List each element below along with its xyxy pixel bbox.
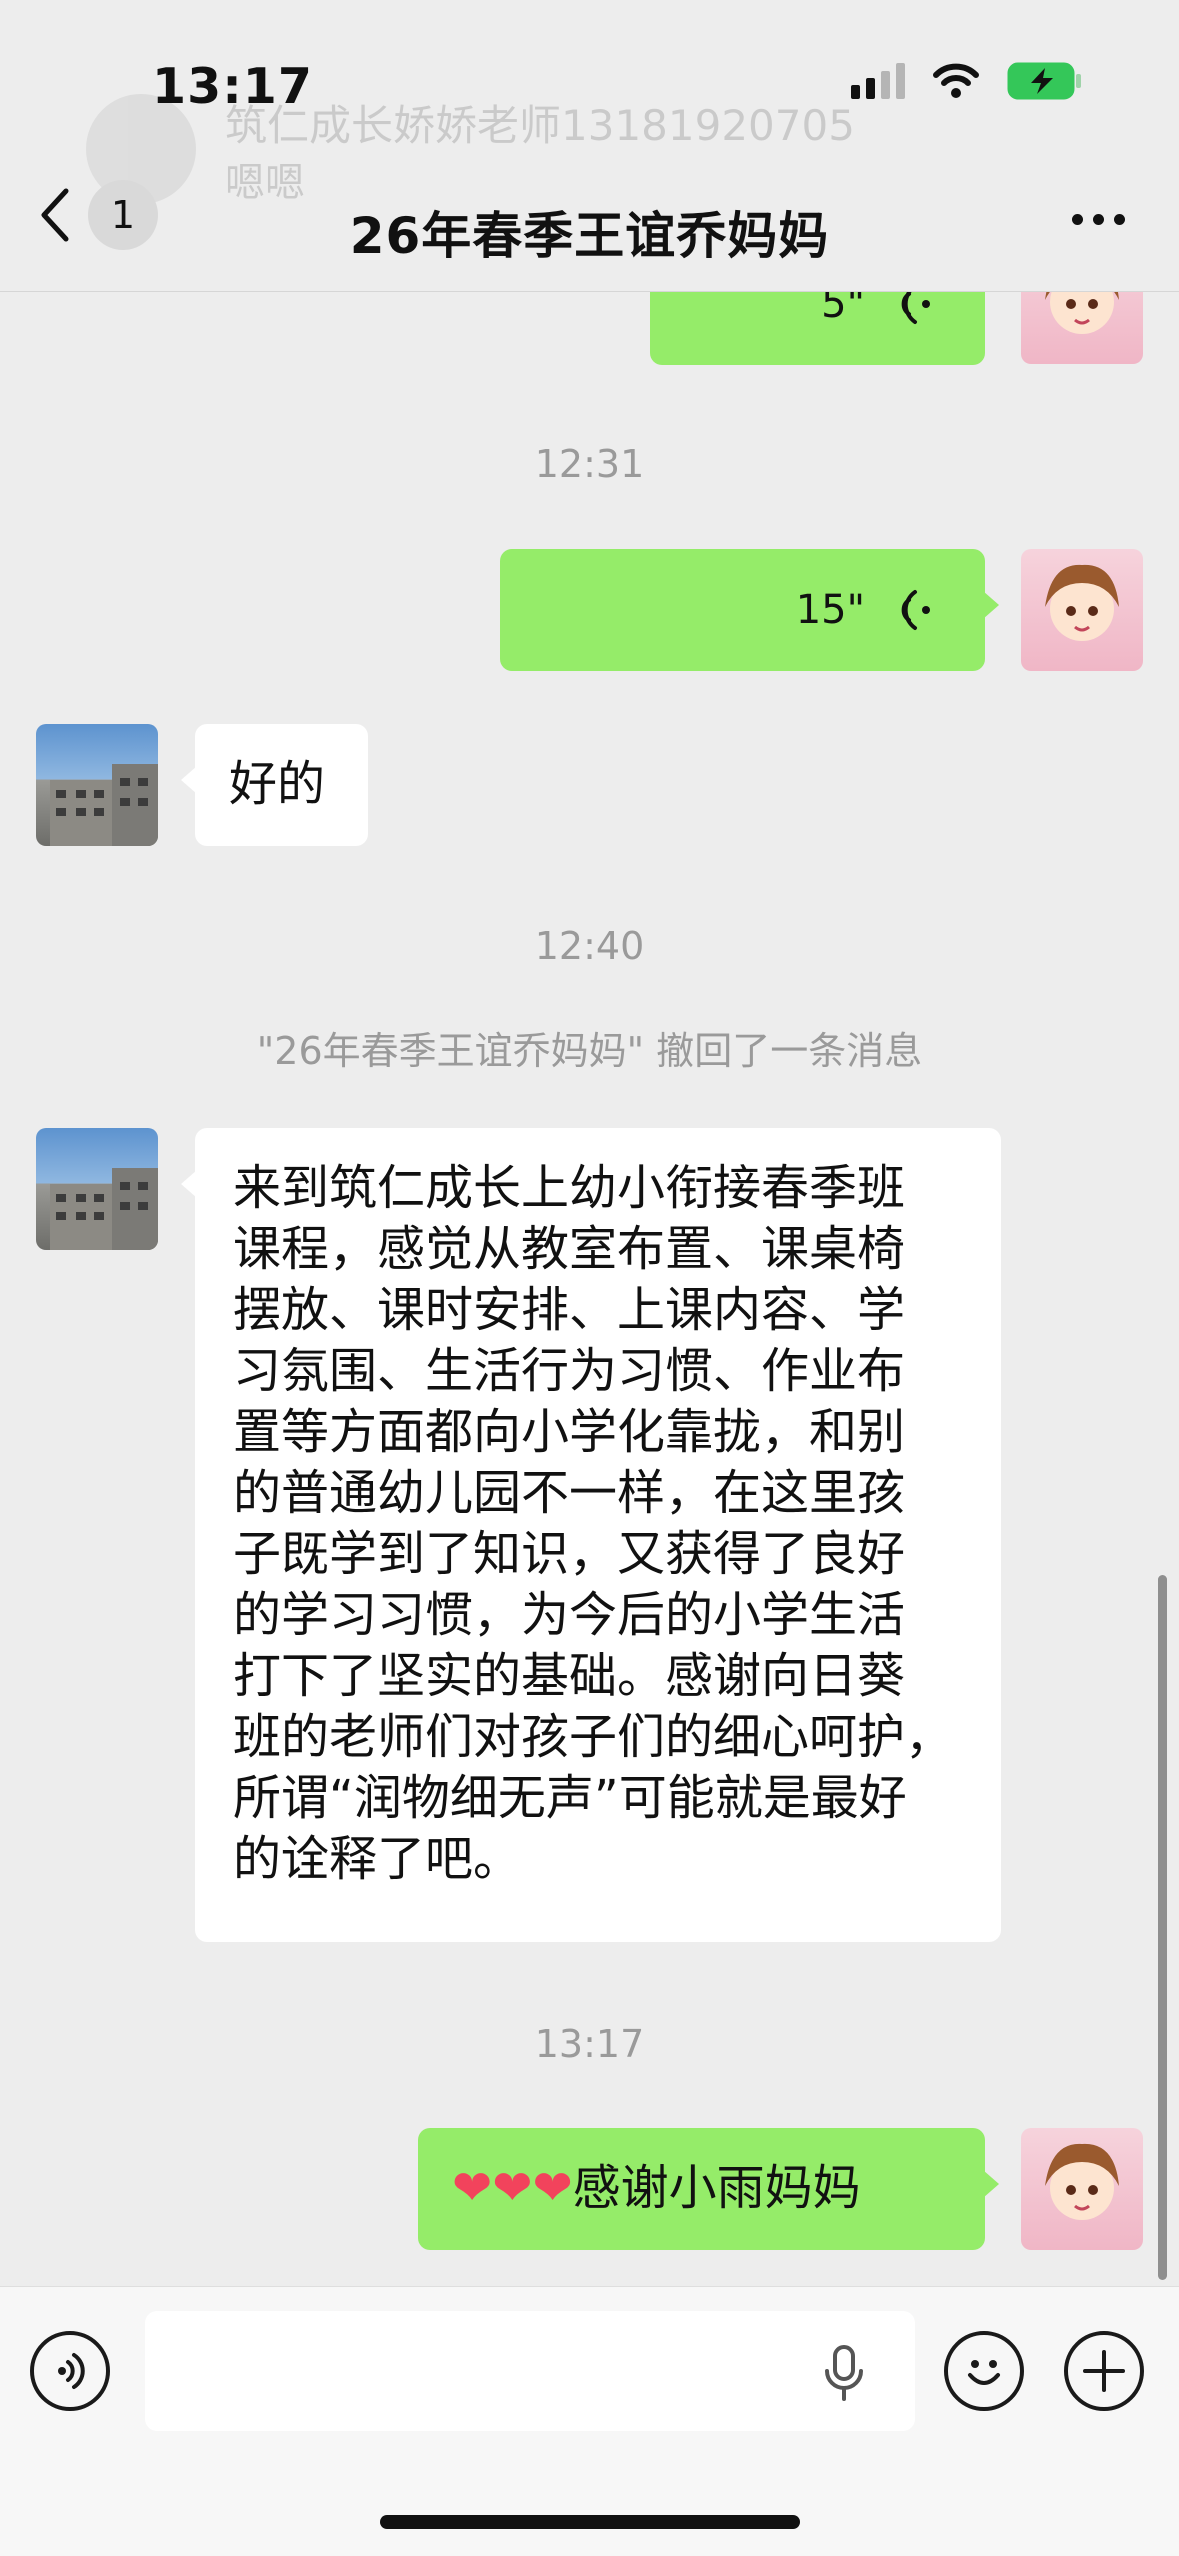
message-text: 感谢小雨妈妈 [572,2160,861,2216]
message-input[interactable] [145,2311,915,2431]
emoji-icon[interactable] [944,2331,1024,2411]
message-line: 的学习习惯，为今后的小学生活 [233,1587,906,1643]
battery-charging-icon [1007,62,1083,100]
message-line: 班的老师们对孩子们的细心呵护， [233,1709,954,1765]
message-line: 打下了坚实的基础。感谢向日葵 [233,1648,906,1704]
text-message-bubble[interactable]: ❤❤❤感谢小雨妈妈 [418,2128,999,2250]
message-line: 课程，感觉从教室布置、课桌椅 [233,1221,906,1277]
voice-duration: 5" [821,292,865,327]
text-message-bubble[interactable]: 来到筑仁成长上幼小衔接春季班 课程，感觉从教室布置、课桌椅 摆放、课时安排、上课… [181,1128,1001,1942]
chat-header: 筑仁成长娇娇老师13181920705 嗯嗯 13:17 1 26年春季王谊乔妈… [0,0,1179,292]
message-line: 子既学到了知识，又获得了良好 [233,1526,906,1582]
message-list[interactable]: 5" 12:31 15" 好的 12:40 "26年春季王谊乔妈妈" 撤回了一条… [0,292,1179,2286]
message-line: 的普通幼儿园不一样，在这里孩 [233,1465,906,1521]
microphone-icon[interactable] [822,2345,866,2405]
voice-message-bubble[interactable]: 5" [650,292,985,365]
voice-duration: 15" [795,586,865,633]
voice-message-bubble[interactable]: 15" [500,549,999,671]
self-avatar[interactable] [1021,2128,1143,2250]
plus-icon[interactable] [1064,2331,1144,2411]
wifi-icon [933,63,979,99]
home-indicator[interactable] [380,2515,800,2529]
voice-wave-icon [901,292,930,324]
message-line: 来到筑仁成长上幼小衔接春季班 [233,1160,906,1216]
message-line: 所谓“润物细无声”可能就是最好 [233,1770,907,1826]
heart-emoji: ❤❤❤ [452,2160,573,2216]
message-line: 的诠释了吧。 [233,1831,522,1887]
banner-sender: 筑仁成长娇娇老师13181920705 [225,101,855,150]
voice-wave-icon [901,590,930,630]
timestamp: 13:17 [534,2022,645,2066]
message-text: 好的 [229,756,326,812]
recall-notice: "26年春季王谊乔妈妈" 撤回了一条消息 [256,1029,923,1073]
chat-title: 26年春季王谊乔妈妈 [349,207,830,265]
input-bar [0,2286,1179,2556]
scrollbar[interactable] [1158,1575,1167,2280]
message-line: 置等方面都向小学化靠拢，和别 [233,1404,906,1460]
message-line: 摆放、课时安排、上课内容、学 [233,1282,906,1338]
status-time: 13:17 [152,58,313,115]
cellular-signal-icon [851,63,905,99]
more-dots-icon[interactable] [1072,214,1125,225]
self-avatar[interactable] [1021,292,1143,364]
voice-toggle-icon[interactable] [30,2331,110,2411]
self-avatar[interactable] [1021,549,1143,671]
status-icons [851,62,1083,100]
message-line: 习氛围、生活行为习惯、作业布 [233,1343,906,1399]
contact-avatar[interactable] [36,1128,158,1250]
timestamp: 12:40 [534,924,645,968]
contact-avatar[interactable] [36,724,158,846]
timestamp: 12:31 [534,442,645,486]
text-message-bubble[interactable]: 好的 [181,724,368,846]
